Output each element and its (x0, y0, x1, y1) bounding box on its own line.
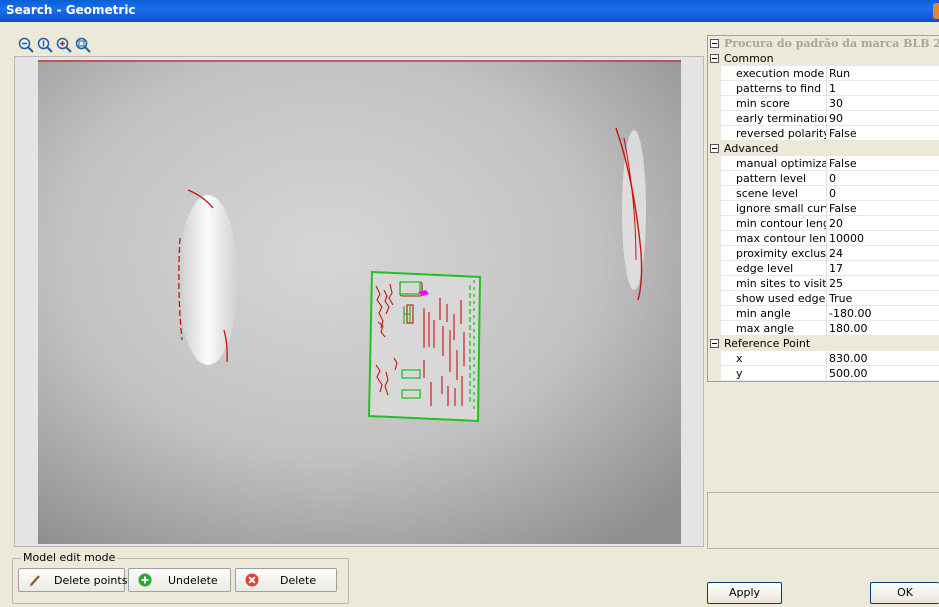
property-name: min sites to visit (736, 277, 826, 290)
title-bar: Search - Geometric (0, 0, 939, 22)
property-value[interactable]: 180.00 (829, 322, 868, 335)
property-name: ignore small curvatu (736, 202, 826, 215)
property-row-ignore-small-curvature[interactable]: ignore small curvatuFalse (708, 201, 939, 216)
image-viewer[interactable] (38, 60, 681, 544)
property-row-scene-level[interactable]: scene level 0 (708, 186, 939, 201)
group-legend: Model edit mode (21, 551, 118, 564)
property-value[interactable]: 17 (829, 262, 843, 275)
property-value[interactable]: True (829, 292, 852, 305)
property-value[interactable]: 1 (829, 82, 836, 95)
property-row-early-termination[interactable]: early termination sc90 (708, 111, 939, 126)
header-label: Procura do padrão da marca BLB 2 - Banh (724, 37, 939, 50)
property-value[interactable]: 24 (829, 247, 843, 260)
property-name: execution mode (736, 67, 825, 80)
ok-button[interactable]: OK (870, 582, 939, 604)
undelete-button[interactable]: Undelete (128, 568, 231, 592)
delete-points-button[interactable]: Delete points (18, 568, 128, 592)
property-name: edge level (736, 262, 794, 275)
add-circle-icon (138, 573, 152, 587)
property-grid: Procura do padrão da marca BLB 2 - Banh … (707, 35, 939, 382)
collapse-icon[interactable] (710, 39, 719, 48)
category-label: Reference Point (724, 337, 811, 350)
property-value[interactable]: 0 (829, 187, 836, 200)
property-name: x (736, 352, 743, 365)
property-row-show-used-edges[interactable]: show used edges True (708, 291, 939, 306)
property-row-pattern-level[interactable]: pattern level 0 (708, 171, 939, 186)
property-name: early termination sc (736, 112, 826, 125)
button-label: Undelete (168, 574, 218, 587)
property-name: reversed polarity (736, 127, 826, 140)
property-row-patterns-to-find[interactable]: patterns to find 1 (708, 81, 939, 96)
category-common[interactable]: Common (708, 51, 939, 66)
delete-circle-icon (245, 573, 259, 587)
property-name: pattern level (736, 172, 807, 185)
property-value[interactable]: Run (829, 67, 850, 80)
property-value[interactable]: 10000 (829, 232, 864, 245)
property-value[interactable]: 0 (829, 172, 836, 185)
category-label: Advanced (724, 142, 779, 155)
property-name: proximity exclusion (736, 247, 826, 260)
property-row-reference-y[interactable]: y 500.00 (708, 366, 939, 381)
property-value[interactable]: -180.00 (829, 307, 871, 320)
property-value[interactable]: False (829, 157, 857, 170)
property-description-panel (707, 492, 939, 549)
property-value[interactable]: False (829, 202, 857, 215)
property-value[interactable]: 90 (829, 112, 843, 125)
brush-icon (29, 575, 40, 587)
category-advanced[interactable]: Advanced (708, 141, 939, 156)
property-row-reversed-polarity[interactable]: reversed polarity False (708, 126, 939, 141)
property-row-max-contour-length[interactable]: max contour length10000 (708, 231, 939, 246)
collapse-icon[interactable] (710, 144, 719, 153)
property-value[interactable]: 30 (829, 97, 843, 110)
property-value[interactable]: 830.00 (829, 352, 868, 365)
property-name: scene level (736, 187, 798, 200)
close-button-edge[interactable] (933, 3, 939, 19)
property-row-min-sites-to-visit[interactable]: min sites to visit 25 (708, 276, 939, 291)
property-name: manual optimization (736, 157, 826, 170)
property-name: y (736, 367, 743, 380)
zoom-fit-icon[interactable] (75, 37, 91, 53)
property-name: min angle (736, 307, 791, 320)
apply-button[interactable]: Apply (707, 582, 782, 604)
button-label: Delete points (54, 574, 128, 587)
collapse-icon[interactable] (710, 339, 719, 348)
property-name: patterns to find (736, 82, 822, 95)
category-label: Common (724, 52, 774, 65)
property-value[interactable]: 25 (829, 277, 843, 290)
zoom-in-icon[interactable] (56, 37, 72, 53)
category-reference-point[interactable]: Reference Point (708, 336, 939, 351)
zoom-actual-icon[interactable] (37, 37, 53, 53)
property-value[interactable]: False (829, 127, 857, 140)
left-reflection (178, 195, 238, 365)
property-row-min-angle[interactable]: min angle -180.00 (708, 306, 939, 321)
property-row-edge-level[interactable]: edge level 17 (708, 261, 939, 276)
zoom-out-icon[interactable] (18, 37, 34, 53)
property-row-manual-optimization[interactable]: manual optimizationFalse (708, 156, 939, 171)
property-row-reference-x[interactable]: x 830.00 (708, 351, 939, 366)
property-value[interactable]: 20 (829, 217, 843, 230)
collapse-icon[interactable] (710, 54, 719, 63)
delete-button[interactable]: Delete (235, 568, 337, 592)
property-row-max-angle[interactable]: max angle 180.00 (708, 321, 939, 336)
property-row-proximity-exclusion[interactable]: proximity exclusion24 (708, 246, 939, 261)
property-value[interactable]: 500.00 (829, 367, 868, 380)
property-grid-header[interactable]: Procura do padrão da marca BLB 2 - Banh (708, 36, 939, 51)
property-name: max contour length (736, 232, 826, 245)
property-name: min score (736, 97, 790, 110)
property-row-min-score[interactable]: min score 30 (708, 96, 939, 111)
property-row-execution-mode[interactable]: execution mode Run (708, 66, 939, 81)
property-row-min-contour-length[interactable]: min contour length20 (708, 216, 939, 231)
button-label: Delete (280, 574, 317, 587)
property-name: min contour length (736, 217, 826, 230)
property-name: show used edges (736, 292, 826, 305)
scene-background (38, 60, 681, 544)
window-title: Search - Geometric (6, 3, 136, 17)
property-name: max angle (736, 322, 794, 335)
